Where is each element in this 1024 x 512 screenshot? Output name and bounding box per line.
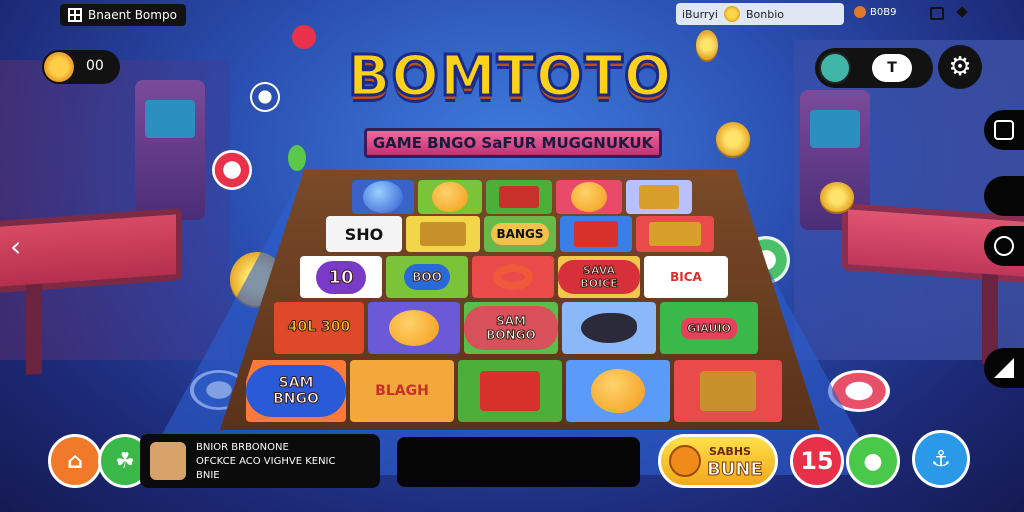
cell-sava-boice[interactable]: SAVA BOICE (558, 256, 640, 298)
game-subtitle: GAME BNGO SaFUR MUGGNUKUK (364, 128, 662, 158)
coin-counter[interactable]: 00 (42, 50, 120, 84)
side-square-button[interactable] (984, 110, 1024, 150)
grid-menu-icon[interactable] (68, 8, 82, 22)
cell-bica[interactable]: BICA (644, 256, 728, 298)
cell-gold-card[interactable] (626, 180, 692, 214)
balance-text: Bonbio (746, 7, 785, 21)
home-button[interactable]: ⌂ (48, 434, 102, 488)
cell-sam-bngo[interactable]: SAM BNGO (246, 360, 346, 422)
window-icon[interactable] (930, 7, 944, 20)
coin-bag-icon (44, 52, 74, 82)
player-info-panel: BNIOR BRBONONE OFCKCE ACO VIGHVE KENIC B… (140, 434, 380, 488)
cell-red-card[interactable] (560, 216, 632, 252)
bonus-top-label: SABHS (709, 445, 751, 458)
bingo-grid: SHO BANGS 10 BOO SAVA BOICE BICA 40L 300… (232, 178, 808, 424)
cell-gold-ticket[interactable] (406, 216, 480, 252)
cell-orange-blob[interactable] (556, 180, 622, 214)
cell-red-ticket[interactable] (486, 180, 552, 214)
cell-blagh[interactable]: BLAGH (350, 360, 454, 422)
side-circle-button[interactable] (984, 226, 1024, 266)
status-indicator: B0B9 (854, 6, 896, 18)
player-line-1: BNIOR BRBONONE (196, 442, 289, 453)
cell-scroll[interactable] (636, 216, 714, 252)
side-triangle-button[interactable] (984, 348, 1024, 388)
home-icon: ⌂ (67, 448, 83, 474)
friends-icon: ⚓ (931, 446, 951, 472)
cell-orange-blob[interactable] (566, 360, 670, 422)
avatar (150, 442, 186, 480)
arcade-machine-left (135, 80, 205, 220)
pool-table-left (0, 207, 182, 295)
red-chip-icon (292, 25, 316, 49)
tag-button[interactable]: T (872, 54, 912, 82)
player-line-2: OFCKCE ACO VIGHVE KENIC (196, 456, 336, 467)
app-title: Bnaent Bompo (88, 8, 177, 22)
cell-40l-300[interactable]: 40L 300 (274, 302, 364, 354)
status-text: B0B9 (870, 6, 897, 18)
basket-icon: ● (863, 448, 883, 474)
shop-button[interactable]: ● (846, 434, 900, 488)
message-box[interactable] (397, 437, 640, 487)
red-chip-icon (212, 150, 252, 190)
cell-globe[interactable] (352, 180, 414, 214)
cell-ten[interactable]: 10 (300, 256, 382, 298)
app-title-bar[interactable]: Bnaent Bompo (60, 4, 186, 26)
cell-bird[interactable] (562, 302, 656, 354)
green-chip-icon (288, 145, 306, 171)
cell-ring[interactable] (472, 256, 554, 298)
blue-chip-icon (250, 82, 280, 112)
back-arrow-icon[interactable]: ‹ (10, 230, 21, 263)
game-logo: BOMTOTO (346, 43, 673, 111)
gold-coin-icon (820, 182, 854, 212)
search-text: iBurryi (682, 7, 718, 21)
round-badge[interactable]: 15 (790, 434, 844, 488)
cell-orange-blob[interactable] (418, 180, 482, 214)
cell-sam-bongo[interactable]: SAM BONGO (464, 302, 558, 354)
search-bar[interactable]: iBurryi Bonbio (676, 3, 844, 25)
coin-count: 00 (86, 58, 104, 74)
diamond-icon[interactable] (956, 6, 968, 18)
player-line-3: BNIE (196, 470, 220, 481)
bonus-main-label: BUNE (707, 459, 764, 481)
cell-bangs[interactable]: BANGS (484, 216, 556, 252)
coin-icon (724, 6, 740, 22)
avatar[interactable] (819, 52, 851, 84)
status-dot-icon (854, 6, 866, 18)
cell-sho[interactable]: SHO (326, 216, 402, 252)
bonus-icon (669, 445, 701, 477)
settings-gear-icon[interactable]: ⚙ (938, 45, 982, 89)
side-dark-button[interactable] (984, 176, 1024, 216)
cell-boo[interactable]: BOO (386, 256, 468, 298)
friends-button[interactable]: ⚓ (912, 430, 970, 488)
gold-coin-icon (716, 122, 750, 156)
bonus-button[interactable]: SABHS BUNE (658, 434, 778, 488)
cell-red-envelope[interactable] (458, 360, 562, 422)
cell-gold-card[interactable] (674, 360, 782, 422)
cell-orange-blob[interactable] (368, 302, 460, 354)
clover-icon: ☘ (115, 448, 135, 474)
cell-giauio[interactable]: GIAUIO (660, 302, 758, 354)
